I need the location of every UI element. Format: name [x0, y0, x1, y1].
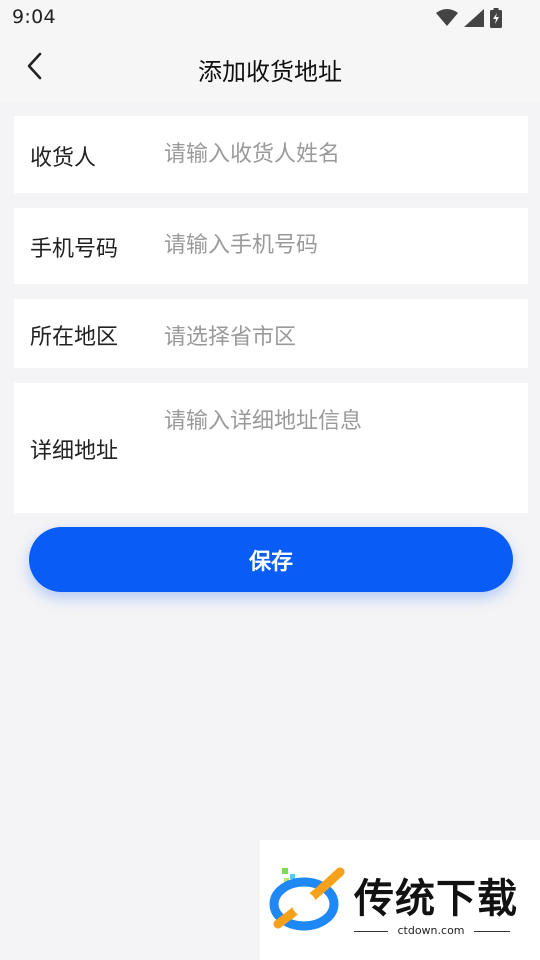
brand-logo-icon [268, 862, 346, 942]
status-bar: 9:04 [0, 0, 540, 36]
region-label: 所在地区 [30, 325, 119, 350]
status-icons [436, 8, 502, 32]
phone-input[interactable] [164, 229, 512, 261]
address-row: 详细地址 [14, 383, 528, 513]
recipient-input[interactable] [164, 138, 512, 170]
phone-label: 手机号码 [30, 237, 119, 262]
address-textarea[interactable] [164, 403, 512, 499]
phone-row: 手机号码 [14, 208, 528, 284]
page-title: 添加收货地址 [198, 58, 342, 86]
nav-bar: 添加收货地址 [0, 36, 540, 102]
watermark-brand: 传统下载 [354, 876, 518, 922]
add-address-screen: 9:04 添加收货地址 收货人 请输入收货人姓名 手机号码 请输入手机号码 所在… [0, 0, 540, 960]
watermark: 传统下载 ctdown.com [260, 840, 540, 960]
address-label: 详细地址 [30, 439, 119, 464]
battery-icon [490, 8, 502, 32]
status-time: 9:04 [12, 6, 56, 28]
wifi-icon [436, 9, 458, 31]
save-button[interactable]: 保存 [29, 527, 513, 592]
recipient-label: 收货人 [30, 146, 97, 171]
region-row[interactable]: 所在地区 请选择省市区 [14, 299, 528, 368]
region-select[interactable]: 请选择省市区 [164, 319, 512, 351]
watermark-line-right [474, 931, 510, 932]
cell-signal-icon [464, 9, 484, 31]
recipient-row: 收货人 [14, 116, 528, 193]
